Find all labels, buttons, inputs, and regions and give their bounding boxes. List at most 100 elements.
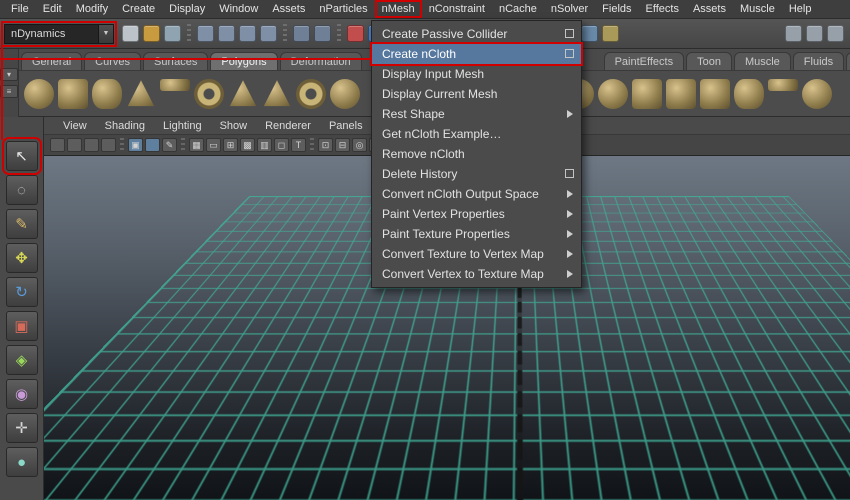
lasso-select-tool-icon[interactable]: ◌: [5, 175, 38, 205]
smooth-mesh-icon[interactable]: [632, 78, 662, 109]
scale-tool-icon[interactable]: ▣: [5, 311, 38, 341]
select-by-asset-icon[interactable]: [260, 25, 277, 42]
new-scene-icon[interactable]: [122, 25, 139, 42]
move-tool-icon[interactable]: ✥: [5, 243, 38, 273]
menu-item-get-ncloth-example[interactable]: Get nCloth Example…: [372, 124, 581, 144]
shelf-tab-toon[interactable]: Toon: [686, 52, 732, 70]
menubar-item-muscle[interactable]: Muscle: [733, 0, 782, 18]
shelf-tab-muscle[interactable]: Muscle: [733, 52, 791, 70]
menu-item-display-current-mesh[interactable]: Display Current Mesh: [372, 84, 581, 104]
open-scene-icon[interactable]: [143, 25, 160, 42]
menubar-item-nmesh[interactable]: nMesh: [374, 0, 422, 18]
poly-torus-icon[interactable]: [194, 78, 224, 109]
shelf-tab-surfaces[interactable]: Surfaces: [142, 52, 209, 70]
select-by-component-icon[interactable]: [239, 25, 256, 42]
menu-item-remove-ncloth[interactable]: Remove nCloth: [372, 144, 581, 164]
select-by-object-icon[interactable]: [218, 25, 235, 42]
tool-settings-toggle-icon[interactable]: [806, 25, 823, 42]
field-chart-icon[interactable]: ▥: [257, 138, 272, 152]
poly-cone-icon[interactable]: [127, 80, 155, 107]
2d-pan-zoom-icon[interactable]: [145, 138, 160, 152]
sculpt-geometry-icon[interactable]: [802, 78, 832, 109]
poly-prism-icon[interactable]: [229, 80, 257, 107]
select-camera-icon[interactable]: [50, 138, 65, 152]
paint-select-tool-icon[interactable]: ✎: [5, 209, 38, 239]
grid-toggle-icon[interactable]: ▦: [189, 138, 204, 152]
menu-item-display-input-mesh[interactable]: Display Input Mesh: [372, 64, 581, 84]
shelf-tab-general[interactable]: General: [21, 52, 83, 70]
shelf-menu-icon[interactable]: ≡: [0, 85, 18, 98]
option-box-icon[interactable]: [565, 169, 574, 178]
universal-manipulator-tool-icon[interactable]: ◈: [5, 345, 38, 375]
menu-item-create-passive-collider[interactable]: Create Passive Collider: [372, 24, 581, 44]
gate-mask-icon[interactable]: ▩: [240, 138, 255, 152]
frame-all-icon[interactable]: ⊡: [318, 138, 333, 152]
poly-helix-icon[interactable]: [330, 78, 360, 109]
shelf-tab-deformation[interactable]: Deformation: [279, 52, 362, 70]
poly-sphere-icon[interactable]: [24, 78, 54, 109]
menu-item-create-ncloth[interactable]: Create nCloth: [370, 42, 583, 66]
menubar-item-window[interactable]: Window: [212, 0, 265, 18]
menubar-item-create[interactable]: Create: [115, 0, 162, 18]
select-by-hierarchy-icon[interactable]: [197, 25, 214, 42]
menubar-item-modify[interactable]: Modify: [69, 0, 115, 18]
combine-mesh-icon[interactable]: [666, 78, 696, 109]
shelf-tab-curves[interactable]: Curves: [84, 52, 141, 70]
menubar-item-help[interactable]: Help: [782, 0, 819, 18]
menubar-item-display[interactable]: Display: [162, 0, 212, 18]
bevel-edge-icon[interactable]: [734, 78, 764, 109]
resolution-gate-icon[interactable]: ⊞: [223, 138, 238, 152]
poly-pipe-icon[interactable]: [296, 78, 326, 109]
panel-menu-renderer[interactable]: Renderer: [256, 118, 320, 134]
poly-plane-icon[interactable]: [160, 78, 190, 91]
shelf-tab-fluids[interactable]: Fluids: [792, 52, 845, 70]
menubar-item-nconstraint[interactable]: nConstraint: [422, 0, 492, 18]
menubar-item-fields[interactable]: Fields: [595, 0, 638, 18]
panel-menu-lighting[interactable]: Lighting: [154, 118, 211, 134]
grease-pencil-icon[interactable]: ✎: [162, 138, 177, 152]
safe-action-icon[interactable]: ◻: [274, 138, 289, 152]
ipr-render-icon[interactable]: [581, 25, 598, 42]
menubar-item-effects[interactable]: Effects: [639, 0, 686, 18]
panel-menu-show[interactable]: Show: [211, 118, 257, 134]
render-settings-icon[interactable]: [602, 25, 619, 42]
frame-selection-icon[interactable]: ⊟: [335, 138, 350, 152]
menu-item-delete-history[interactable]: Delete History: [372, 164, 581, 184]
bridge-edge-icon[interactable]: [768, 78, 798, 91]
menubar-item-assets[interactable]: Assets: [265, 0, 312, 18]
isolate-select-icon[interactable]: ◎: [352, 138, 367, 152]
chevron-down-icon[interactable]: ▼: [98, 24, 113, 43]
menu-item-convert-texture-to-vertex-map[interactable]: Convert Texture to Vertex Map: [372, 244, 581, 264]
extrude-face-icon[interactable]: [700, 78, 730, 109]
menubar-item-ncache[interactable]: nCache: [492, 0, 544, 18]
poly-cube-icon[interactable]: [58, 78, 88, 109]
menu-item-convert-ncloth-output-space[interactable]: Convert nCloth Output Space: [372, 184, 581, 204]
lock-selection-icon[interactable]: [314, 25, 331, 42]
show-manipulator-tool-icon[interactable]: ✛: [5, 413, 38, 443]
menu-item-convert-vertex-to-texture-map[interactable]: Convert Vertex to Texture Map: [372, 264, 581, 284]
poly-pyramid-icon[interactable]: [263, 80, 291, 107]
poly-soccer-ball-icon[interactable]: [598, 78, 628, 109]
channel-box-toggle-icon[interactable]: [827, 25, 844, 42]
lock-camera-icon[interactable]: [67, 138, 82, 152]
shelf-tab-selector-icon[interactable]: ▾: [0, 68, 18, 81]
snap-to-grid-icon[interactable]: [347, 25, 364, 42]
soft-modification-tool-icon[interactable]: ◉: [5, 379, 38, 409]
menubar-item-file[interactable]: File: [4, 0, 36, 18]
poly-cylinder-icon[interactable]: [92, 78, 122, 109]
rotate-tool-icon[interactable]: ↻: [5, 277, 38, 307]
option-box-icon[interactable]: [565, 49, 574, 58]
film-gate-icon[interactable]: ▭: [206, 138, 221, 152]
highlight-selection-icon[interactable]: [293, 25, 310, 42]
shelf-tab-fur[interactable]: Fur: [846, 52, 850, 70]
bookmarks-icon[interactable]: [101, 138, 116, 152]
select-tool-icon[interactable]: ↖: [1, 137, 42, 175]
menu-item-paint-vertex-properties[interactable]: Paint Vertex Properties: [372, 204, 581, 224]
option-box-icon[interactable]: [565, 29, 574, 38]
menubar-item-edit[interactable]: Edit: [36, 0, 69, 18]
menu-item-rest-shape[interactable]: Rest Shape: [372, 104, 581, 124]
camera-attributes-icon[interactable]: [84, 138, 99, 152]
save-scene-icon[interactable]: [164, 25, 181, 42]
menubar-item-nparticles[interactable]: nParticles: [312, 0, 374, 18]
menubar-item-nsolver[interactable]: nSolver: [544, 0, 595, 18]
